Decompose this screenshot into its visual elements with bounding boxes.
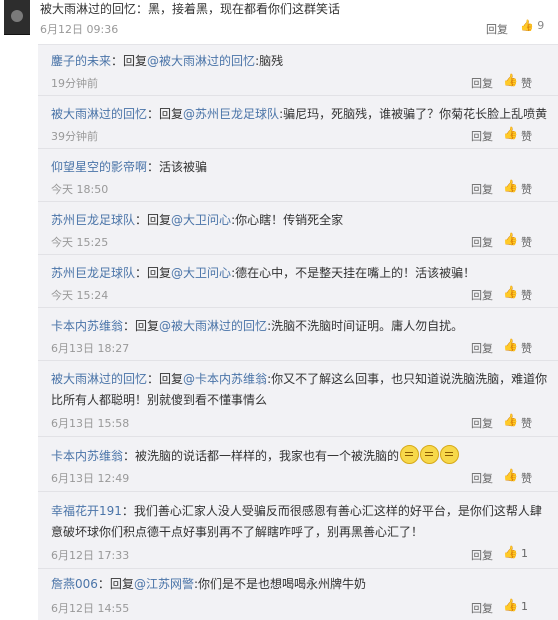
comment-username[interactable]: 苏州巨龙足球队 [51, 266, 135, 280]
mention-link[interactable]: @大卫问心 [171, 266, 231, 280]
comment-time: 今天 18:50 [51, 183, 109, 196]
comment-text: 被洗脑的说话都一样样的，我家也有一个被洗脑的 [135, 449, 400, 463]
thumb-up-icon[interactable]: 👍 [503, 545, 518, 559]
list-item: 苏州巨龙足球队：回复@大卫问心:德在心中，不是整天挂在嘴上的！活该被骗！ 今天 … [38, 255, 558, 308]
comment-time: 19分钟前 [51, 77, 98, 90]
comment-username[interactable]: 幸福花开191 [51, 504, 122, 518]
comment-text: :你心瞎！传销死全家 [231, 213, 344, 227]
comment-time: 6月13日 15:58 [51, 417, 130, 430]
mention-link[interactable]: @被大雨淋过的回忆 [159, 319, 267, 333]
list-item: 詹燕006：回复@江苏网警:你们是不是也想喝喝永州牌牛奶 6月12日 14:55… [51, 577, 528, 616]
sweat-face-icon [400, 445, 420, 464]
comment-time: 6月13日 12:49 [51, 472, 130, 485]
comment-text: :德在心中，不是整天挂在嘴上的！活该被骗！ [231, 266, 476, 280]
reply-button[interactable]: 回复 [471, 234, 493, 250]
like-button[interactable]: 赞 [521, 287, 532, 303]
thumb-up-icon[interactable]: 👍 [503, 73, 518, 87]
reply-button[interactable]: 回复 [471, 340, 493, 356]
reply-button[interactable]: 回复 [471, 600, 493, 616]
thumb-up-icon[interactable]: 👍 [503, 232, 518, 246]
like-button[interactable]: 赞 [521, 470, 532, 486]
thumb-up-icon[interactable]: 👍 [503, 126, 518, 140]
avatar-silhouette-icon [11, 10, 23, 22]
list-item: 被大雨淋过的回忆：回复@卡本内苏维翁:你又不了解这么回事，也只知道说洗脑洗脑，难… [38, 361, 558, 437]
comment-text-continued: 比所有人都聪明！别就傻到看不懂事情么 [51, 393, 268, 407]
top-comment-time: 6月12日 09:36 [40, 23, 119, 36]
sweat-face-icon [440, 445, 460, 464]
comment-text: :洗脑不洗脑时间证明。庸人勿自扰。 [267, 319, 464, 333]
list-item: 卡本内苏维翁：回复@被大雨淋过的回忆:洗脑不洗脑时间证明。庸人勿自扰。 6月13… [38, 308, 558, 361]
like-button[interactable]: 赞 [521, 128, 532, 144]
like-button[interactable]: 👍 9 [520, 19, 544, 32]
like-count[interactable]: 1 [521, 600, 528, 613]
list-item: 被大雨淋过的回忆：回复@苏州巨龙足球队:骗尼玛，死脑残，谁被骗了？你菊花长脸上乱… [38, 96, 558, 149]
comment-username[interactable]: 仰望星空的影帝啊 [51, 160, 147, 174]
list-item: 仰望星空的影帝啊：活该被骗 今天 18:50 回复 👍 赞 [38, 149, 558, 202]
thumb-up-icon[interactable]: 👍 [503, 598, 518, 612]
comment-time: 6月12日 14:55 [51, 602, 130, 615]
comment-username[interactable]: 詹燕006 [51, 577, 98, 591]
comment-text: :你又不了解这么回事，也只知道说洗脑洗脑，难道你 [267, 372, 548, 386]
comment-text: 我们善心汇家人没人受骗反而很感恩有善心汇这样的好平台，是你们这帮人肆 [133, 504, 542, 518]
list-item: 卡本内苏维翁：被洗脑的说话都一样样的，我家也有一个被洗脑的 6月13日 12:4… [38, 437, 558, 492]
like-button[interactable]: 赞 [521, 340, 532, 356]
comment-text: 活该被骗 [159, 160, 208, 174]
thumb-up-icon[interactable]: 👍 [503, 468, 518, 482]
reply-button[interactable]: 回复 [471, 415, 493, 431]
like-button[interactable]: 赞 [521, 75, 532, 91]
like-button[interactable]: 赞 [521, 234, 532, 250]
comment-time: 39分钟前 [51, 130, 98, 143]
reply-button[interactable]: 回复 [471, 128, 493, 144]
comment-time: 今天 15:24 [51, 289, 109, 302]
reply-button[interactable]: 回复 [471, 287, 493, 303]
thumb-up-icon[interactable]: 👍 [503, 179, 518, 193]
comment-time: 6月12日 17:33 [51, 549, 130, 562]
comment-time: 6月13日 18:27 [51, 342, 130, 355]
like-button[interactable]: 赞 [521, 181, 532, 197]
comment-text: :脑残 [255, 54, 284, 68]
like-count: 9 [537, 19, 545, 32]
reply-button[interactable]: 回复 [471, 470, 493, 486]
comment-username[interactable]: 卡本内苏维翁 [51, 449, 123, 463]
comment-username[interactable]: 被大雨淋过的回忆 [51, 107, 147, 121]
sub-comment-panel: 鏖子的未来：回复@被大雨淋过的回忆:脑残 19分钟前 回复 👍 赞 被大雨淋过的… [38, 44, 558, 620]
mention-link[interactable]: @江苏网警 [134, 577, 194, 591]
comment-username[interactable]: 卡本内苏维翁 [51, 319, 123, 333]
reply-button[interactable]: 回复 [471, 547, 493, 563]
comment-username[interactable]: 鏖子的未来 [51, 54, 111, 68]
comment-username[interactable]: 苏州巨龙足球队 [51, 213, 135, 227]
list-item: 幸福花开191：我们善心汇家人没人受骗反而很感恩有善心汇这样的好平台，是你们这帮… [38, 492, 558, 569]
mention-link[interactable]: @大卫问心 [171, 213, 231, 227]
comment-text: :你们是不是也想喝喝永州牌牛奶 [193, 577, 366, 591]
comment-username[interactable]: 被大雨淋过的回忆 [51, 372, 147, 386]
mention-link[interactable]: @苏州巨龙足球队 [183, 107, 279, 121]
thumb-up-icon: 👍 [520, 19, 534, 32]
comment-time: 今天 15:25 [51, 236, 109, 249]
thumb-up-icon[interactable]: 👍 [503, 338, 518, 352]
list-item: 鏖子的未来：回复@被大雨淋过的回忆:脑残 19分钟前 回复 👍 赞 [38, 45, 558, 96]
sweat-face-icon [420, 445, 440, 464]
comment-text-continued: 意破坏球你们积点德干点好事别再不了解瞎咋呼了，别再黑善心汇了！ [51, 525, 424, 539]
mention-link[interactable]: @卡本内苏维翁 [183, 372, 267, 386]
top-comment: 被大雨淋过的回忆：黑，接着黑，现在都看你们这群笑话 6月12日 09:36 回复… [0, 0, 558, 40]
reply-button[interactable]: 回复 [486, 21, 508, 37]
reply-button[interactable]: 回复 [471, 75, 493, 91]
like-button[interactable]: 赞 [521, 415, 532, 431]
thumb-up-icon[interactable]: 👍 [503, 413, 518, 427]
comment-text: :骗尼玛，死脑残，谁被骗了？你菊花长脸上乱喷黄 [279, 107, 548, 121]
list-item: 苏州巨龙足球队：回复@大卫问心:你心瞎！传销死全家 今天 15:25 回复 👍 … [38, 202, 558, 255]
reply-button[interactable]: 回复 [471, 181, 493, 197]
like-count[interactable]: 1 [521, 547, 528, 560]
top-comment-text: 被大雨淋过的回忆：黑，接着黑，现在都看你们这群笑话 [40, 2, 341, 16]
thumb-up-icon[interactable]: 👍 [503, 285, 518, 299]
mention-link[interactable]: @被大雨淋过的回忆 [147, 54, 255, 68]
avatar[interactable] [4, 0, 30, 35]
